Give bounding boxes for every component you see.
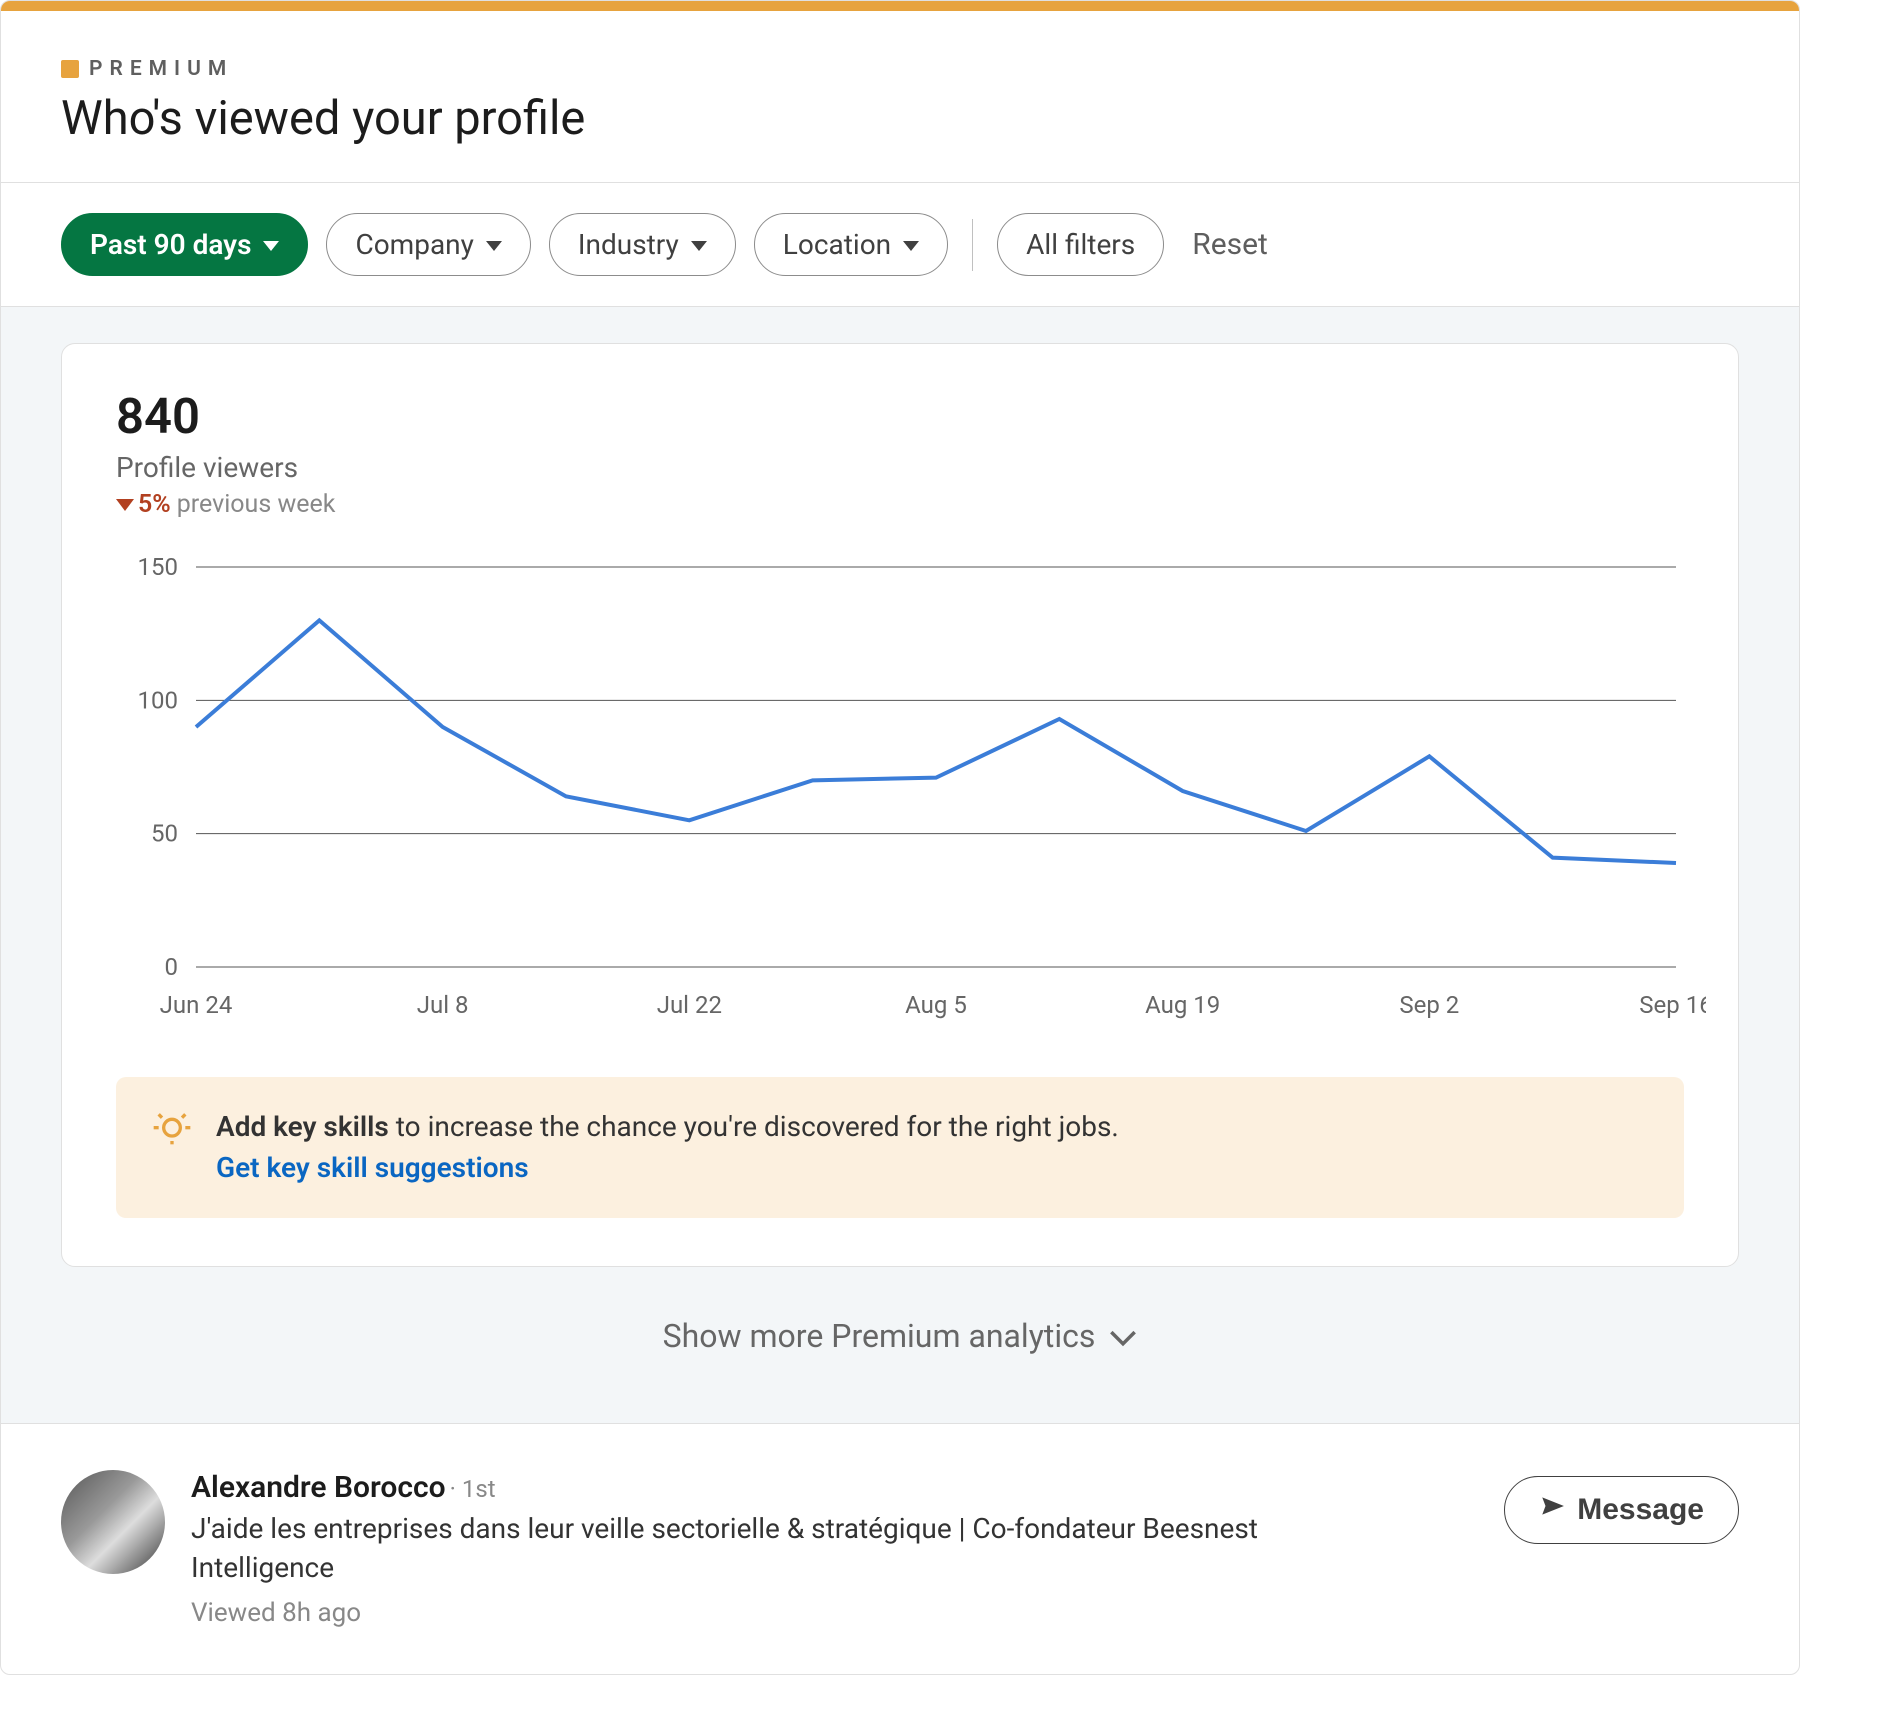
filter-location[interactable]: Location	[754, 213, 948, 276]
svg-text:0: 0	[165, 953, 179, 981]
premium-icon	[61, 60, 79, 78]
show-more-analytics[interactable]: Show more Premium analytics	[61, 1267, 1739, 1413]
trend-percent: 5%	[138, 490, 171, 519]
trend-down: 5%	[116, 490, 171, 519]
chevron-down-icon	[1109, 1317, 1137, 1355]
filter-reset[interactable]: Reset	[1182, 227, 1278, 262]
viewer-info: Alexandre Borocco · 1st J'aide les entre…	[191, 1470, 1478, 1627]
filter-time-range-label: Past 90 days	[90, 228, 251, 261]
chevron-down-icon	[486, 241, 502, 251]
svg-text:Jun 24: Jun 24	[160, 991, 233, 1019]
message-button[interactable]: Message	[1504, 1476, 1739, 1544]
svg-text:Jul 22: Jul 22	[657, 991, 722, 1019]
lightbulb-icon	[152, 1111, 192, 1155]
svg-text:Jul 8: Jul 8	[417, 991, 469, 1019]
skills-rest: to increase the chance you're discovered…	[389, 1110, 1119, 1143]
chart-svg: 0 50 100 150 Jun 24 Jul 8 Jul 22 Aug 5 Aug 19 Sep…	[116, 557, 1706, 1027]
filter-industry-label: Industry	[578, 228, 679, 261]
chevron-down-icon	[903, 241, 919, 251]
filter-company[interactable]: Company	[326, 213, 530, 276]
svg-text:Sep 2: Sep 2	[1399, 991, 1459, 1019]
premium-line: PREMIUM	[61, 57, 1739, 81]
filter-all-filters[interactable]: All filters	[997, 213, 1164, 276]
viewer-name[interactable]: Alexandre Borocco	[191, 1470, 446, 1505]
viewer-headline: J'aide les entreprises dans leur veille …	[191, 1509, 1291, 1587]
chevron-down-icon	[263, 241, 279, 251]
filters-row: Past 90 days Company Industry Location A…	[1, 183, 1799, 307]
trend-previous-text: previous week	[177, 490, 336, 519]
analytics-card: 840 Profile viewers 5% previous week 0 50…	[61, 343, 1739, 1267]
metric-label: Profile viewers	[116, 451, 1684, 484]
filter-all-filters-label: All filters	[1026, 228, 1135, 261]
svg-text:Sep 16: Sep 16	[1639, 991, 1706, 1019]
skills-text: Add key skills to increase the chance yo…	[216, 1107, 1119, 1188]
page-title: Who's viewed your profile	[61, 91, 1739, 146]
page-header: PREMIUM Who's viewed your profile	[1, 11, 1799, 183]
trend-row: 5% previous week	[116, 490, 1684, 519]
main-card: PREMIUM Who's viewed your profile Past 9…	[0, 0, 1800, 1675]
viewer-time: Viewed 8h ago	[191, 1598, 1478, 1628]
triangle-down-icon	[116, 499, 134, 511]
viewers-chart: 0 50 100 150 Jun 24 Jul 8 Jul 22 Aug 5 Aug 19 Sep…	[116, 557, 1684, 1031]
svg-text:50: 50	[151, 820, 178, 848]
filter-industry[interactable]: Industry	[549, 213, 736, 276]
skills-banner: Add key skills to increase the chance yo…	[116, 1077, 1684, 1218]
viewer-row[interactable]: Alexandre Borocco · 1st J'aide les entre…	[1, 1423, 1799, 1673]
svg-text:Aug 19: Aug 19	[1145, 991, 1220, 1019]
svg-text:100: 100	[138, 686, 178, 714]
metric-value: 840	[116, 388, 1684, 445]
svg-text:150: 150	[138, 557, 178, 581]
avatar[interactable]	[61, 1470, 165, 1574]
skills-link[interactable]: Get key skill suggestions	[216, 1151, 529, 1184]
filter-location-label: Location	[783, 228, 891, 261]
send-icon	[1539, 1493, 1565, 1527]
message-button-label: Message	[1577, 1493, 1704, 1527]
premium-label: PREMIUM	[89, 57, 233, 81]
analytics-section: 840 Profile viewers 5% previous week 0 50…	[1, 307, 1799, 1423]
filter-time-range[interactable]: Past 90 days	[61, 213, 308, 276]
viewer-degree: · 1st	[450, 1475, 496, 1503]
svg-text:Aug 5: Aug 5	[905, 991, 967, 1019]
filter-separator	[972, 219, 973, 271]
skills-bold: Add key skills	[216, 1110, 389, 1143]
filter-company-label: Company	[355, 228, 473, 261]
premium-top-bar	[1, 1, 1799, 11]
show-more-label: Show more Premium analytics	[663, 1317, 1096, 1355]
chevron-down-icon	[691, 241, 707, 251]
